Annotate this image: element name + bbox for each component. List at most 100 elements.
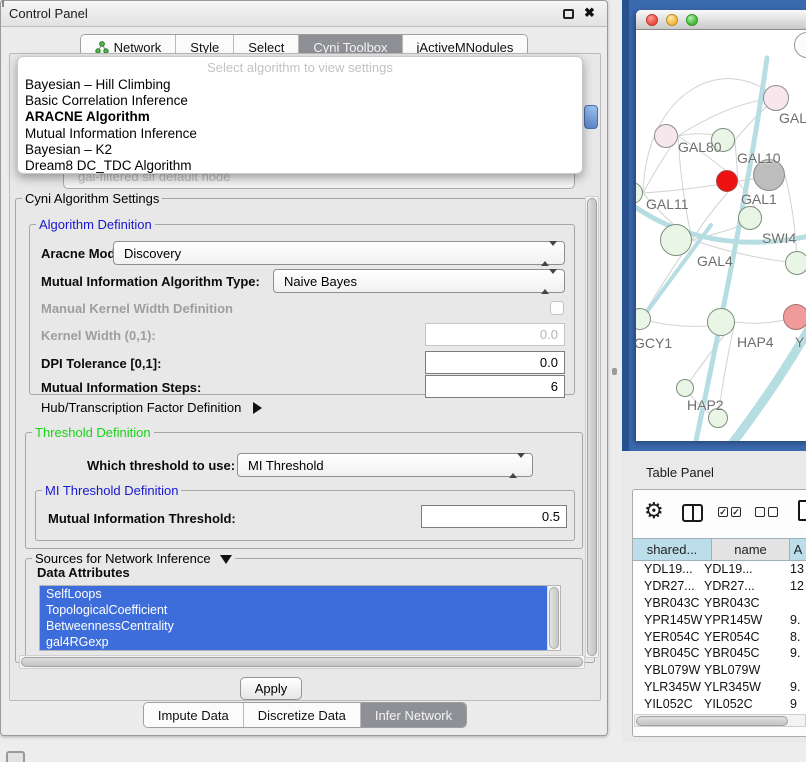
dropdown-item[interactable]: Bayesian – Hill Climbing: [18, 77, 582, 93]
network-window-titlebar: [636, 10, 806, 30]
group-title: MI Threshold Definition: [42, 483, 181, 498]
node-label: GAL11: [646, 196, 689, 212]
settings-gear-icon[interactable]: ⚙: [644, 498, 664, 524]
column-header[interactable]: A: [790, 538, 806, 561]
table-row[interactable]: YIL052CYIL052C9: [633, 695, 806, 712]
panel-divider-handle[interactable]: [612, 368, 617, 375]
dpi-tolerance-field[interactable]: 0.0: [425, 351, 565, 374]
kernel-width-label: Kernel Width (0,1):: [41, 328, 156, 343]
close-traffic-light[interactable]: [646, 14, 658, 26]
table-horizontal-scrollbar[interactable]: [634, 714, 806, 727]
network-node[interactable]: [676, 379, 694, 397]
close-icon[interactable]: ✖: [584, 5, 595, 21]
network-node[interactable]: [707, 308, 735, 336]
list-item-selected[interactable]: gal4RGexp: [40, 634, 547, 650]
tab-infer-network[interactable]: Infer Network: [361, 703, 466, 727]
table-row[interactable]: YPR145WYPR145W9.: [633, 611, 806, 628]
dropdown-prompt: Select algorithm to view settings: [18, 60, 582, 77]
column-header-name[interactable]: name: [712, 538, 790, 561]
mi-algorithm-type-label: Mutual Information Algorithm Type:: [41, 274, 260, 289]
node-label: Y: [795, 334, 804, 350]
node-label: GAL80: [678, 139, 722, 155]
node-label: GAL4: [697, 253, 733, 269]
table-header: shared... name A: [633, 538, 806, 561]
window-title: Control Panel: [9, 6, 88, 21]
aracne-mode-combobox[interactable]: Discovery: [113, 241, 565, 265]
node-label: GCY1: [636, 335, 672, 351]
hub-definition-expander[interactable]: Hub/Transcription Factor Definition: [41, 400, 262, 415]
manual-kernel-width-checkbox[interactable]: [550, 301, 564, 315]
settings-horizontal-scrollbar[interactable]: [19, 655, 585, 669]
settings-vertical-scrollbar[interactable]: [585, 196, 599, 658]
table-row[interactable]: YDL19...YDL19...13: [633, 561, 806, 578]
mi-threshold-field[interactable]: 0.5: [421, 505, 567, 528]
split-view-icon[interactable]: [682, 504, 703, 522]
float-window-icon[interactable]: [563, 9, 574, 19]
combo-arrows-icon: [509, 458, 525, 473]
network-node[interactable]: [660, 224, 692, 256]
combo-arrows-icon: [541, 246, 557, 261]
list-item-selected[interactable]: TopologicalCoefficient: [40, 602, 547, 618]
table-panel: ⚙ ✓✓ shared... name A YDL19...YDL19...13…: [632, 489, 806, 737]
table-row[interactable]: YLR345WYLR345W9.: [633, 679, 806, 696]
apply-button[interactable]: Apply: [240, 677, 302, 700]
table-row[interactable]: YBR045CYBR045C9.: [633, 645, 806, 662]
network-canvas[interactable]: GAL2 GAL80 GAL10 GAL1 GAL11 SWI4 GAL4 GC…: [636, 30, 806, 441]
sources-title: Sources for Network Inference: [35, 551, 211, 566]
which-threshold-label: Which threshold to use:: [87, 458, 235, 473]
table-toolbar: ⚙ ✓✓: [633, 490, 806, 538]
dropdown-item[interactable]: Basic Correlation Inference: [18, 93, 582, 109]
network-node[interactable]: [763, 85, 789, 111]
mi-steps-field[interactable]: 6: [425, 375, 565, 398]
network-node[interactable]: [738, 206, 762, 230]
which-threshold-value: MI Threshold: [248, 458, 324, 473]
mi-algorithm-type-combobox[interactable]: Naive Bayes: [273, 269, 565, 293]
table-row[interactable]: YER054CYER054C8.: [633, 628, 806, 645]
list-item-selected[interactable]: BetweennessCentrality: [40, 618, 547, 634]
combo-arrows-icon: [541, 274, 557, 289]
network-node[interactable]: [785, 251, 806, 275]
node-label: GAL1: [741, 191, 777, 207]
sources-expander[interactable]: Sources for Network Inference: [32, 551, 235, 566]
dropdown-item[interactable]: Mutual Information Inference: [18, 126, 582, 142]
dropdown-item[interactable]: Dream8 DC_TDC Algorithm: [18, 158, 582, 174]
which-threshold-combobox[interactable]: MI Threshold: [237, 453, 533, 477]
kernel-width-field[interactable]: 0.0: [425, 323, 565, 346]
node-label: GAL10: [737, 150, 781, 166]
table-row[interactable]: YBL079WYBL079W: [633, 662, 806, 679]
table-row[interactable]: YDR27...YDR27...12: [633, 578, 806, 595]
collapsed-panel-icon[interactable]: [6, 751, 25, 762]
tab-impute-data[interactable]: Impute Data: [144, 703, 244, 727]
table-row[interactable]: YBR043CYBR043C: [633, 595, 806, 612]
network-icon: [95, 41, 109, 54]
node-label: GAL2: [779, 110, 806, 126]
corner-tick: [2, 0, 4, 7]
control-panel-titlebar: Control Panel ✖: [1, 1, 607, 27]
zoom-traffic-light[interactable]: [686, 14, 698, 26]
combobox-stepper[interactable]: [584, 105, 598, 129]
export-table-icon[interactable]: [798, 500, 806, 521]
network-node[interactable]: [716, 170, 738, 192]
table-panel-title: Table Panel: [646, 465, 714, 480]
deselect-all-icon[interactable]: [755, 507, 778, 517]
column-header-shared-name[interactable]: shared...: [633, 538, 712, 561]
list-item-selected[interactable]: SelfLoops: [40, 586, 547, 602]
mi-algorithm-type-value: Naive Bayes: [284, 274, 357, 289]
expander-expanded-icon: [220, 555, 232, 564]
network-node[interactable]: [654, 124, 678, 148]
minimize-traffic-light[interactable]: [666, 14, 678, 26]
bottom-tab-bar: Impute Data Discretize Data Infer Networ…: [1, 702, 609, 728]
aracne-mode-value: Discovery: [124, 246, 181, 261]
tab-discretize-data[interactable]: Discretize Data: [244, 703, 361, 727]
dropdown-item[interactable]: Bayesian – K2: [18, 142, 582, 158]
network-node[interactable]: [783, 304, 806, 330]
expander-collapsed-icon: [253, 402, 262, 414]
algorithm-dropdown-popup: Select algorithm to view settings Bayesi…: [17, 56, 583, 174]
network-view-window: GAL2 GAL80 GAL10 GAL1 GAL11 SWI4 GAL4 GC…: [636, 10, 806, 441]
list-vertical-scrollbar[interactable]: [547, 586, 560, 650]
select-all-icon[interactable]: ✓✓: [718, 507, 741, 517]
dropdown-item-highlighted[interactable]: ARACNE Algorithm: [18, 109, 582, 125]
dpi-tolerance-label: DPI Tolerance [0,1]:: [41, 356, 161, 371]
mi-steps-label: Mutual Information Steps:: [41, 380, 201, 395]
node-label: HAP4: [737, 334, 774, 350]
